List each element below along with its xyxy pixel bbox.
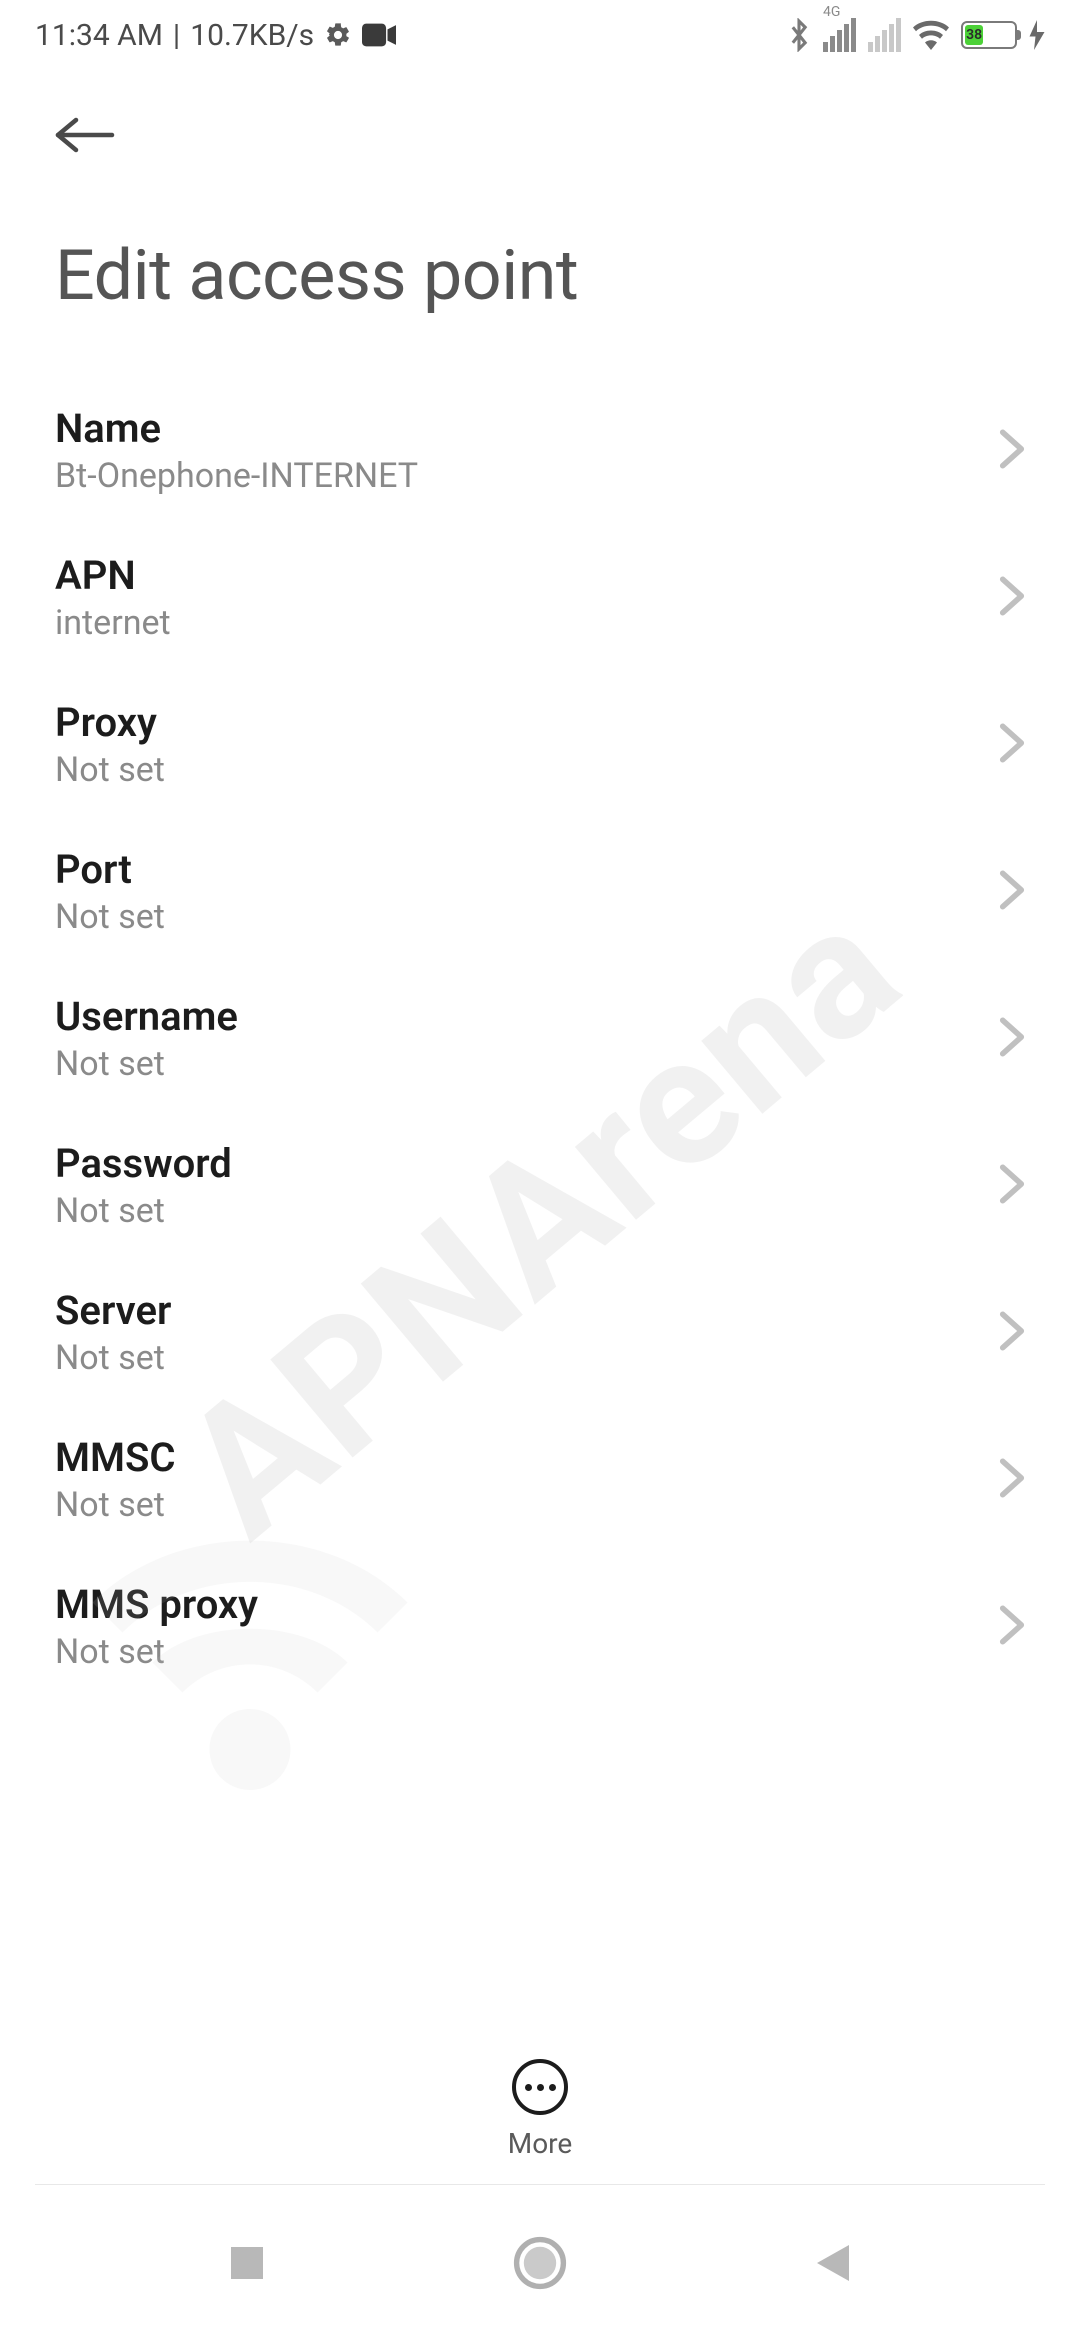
settings-list: Name Bt-Onephone-INTERNET APN internet P… (0, 347, 1080, 1700)
nav-back-button[interactable] (803, 2233, 863, 2293)
setting-label: Proxy (55, 699, 165, 746)
setting-item-server[interactable]: Server Not set (0, 1259, 1080, 1406)
signal-4g-icon: 4G (823, 18, 856, 52)
chevron-right-icon (999, 428, 1025, 474)
setting-value: Not set (55, 1632, 258, 1672)
scroll-area[interactable]: APNArena Edit access point Name Bt-Oneph… (0, 70, 1080, 2078)
setting-value: Not set (55, 750, 165, 790)
navigation-bar (0, 2185, 1080, 2340)
status-right-group: 4G 38 (787, 18, 1045, 52)
setting-item-proxy[interactable]: Proxy Not set (0, 671, 1080, 818)
chevron-right-icon (999, 1457, 1025, 1503)
chevron-right-icon (999, 1016, 1025, 1062)
more-label: More (508, 2127, 573, 2160)
bluetooth-icon (787, 18, 811, 52)
back-button[interactable] (55, 105, 115, 165)
wifi-icon (913, 20, 949, 50)
bottom-action-bar: More (0, 2059, 1080, 2180)
chevron-right-icon (999, 722, 1025, 768)
charging-icon (1029, 20, 1045, 50)
status-speed: 10.7KB/s (190, 18, 314, 53)
setting-label: Username (55, 993, 238, 1040)
chevron-right-icon (999, 1163, 1025, 1209)
header (0, 70, 1080, 165)
gear-icon (324, 21, 352, 49)
nav-recents-button[interactable] (217, 2233, 277, 2293)
chevron-right-icon (999, 1604, 1025, 1650)
setting-value: Not set (55, 1044, 238, 1084)
battery-icon: 38 (961, 21, 1017, 49)
setting-value: Bt-Onephone-INTERNET (55, 456, 418, 496)
video-icon (362, 23, 396, 47)
status-divider: | (173, 18, 180, 53)
status-bar: 11:34 AM | 10.7KB/s 4G (0, 0, 1080, 70)
setting-item-name[interactable]: Name Bt-Onephone-INTERNET (0, 377, 1080, 524)
setting-item-port[interactable]: Port Not set (0, 818, 1080, 965)
setting-label: MMS proxy (55, 1581, 258, 1628)
chevron-right-icon (999, 1310, 1025, 1356)
setting-label: MMSC (55, 1434, 176, 1481)
setting-label: Password (55, 1140, 232, 1187)
setting-value: Not set (55, 1191, 232, 1231)
chevron-right-icon (999, 869, 1025, 915)
nav-home-button[interactable] (510, 2233, 570, 2293)
setting-value: Not set (55, 1338, 171, 1378)
setting-label: Port (55, 846, 165, 893)
setting-item-mms-proxy[interactable]: MMS proxy Not set (0, 1553, 1080, 1700)
status-time: 11:34 AM (35, 18, 163, 53)
page-title: Edit access point (0, 165, 1080, 347)
setting-label: Server (55, 1287, 171, 1334)
battery-level: 38 (965, 25, 983, 45)
setting-item-password[interactable]: Password Not set (0, 1112, 1080, 1259)
setting-item-mmsc[interactable]: MMSC Not set (0, 1406, 1080, 1553)
setting-label: Name (55, 405, 418, 452)
more-button[interactable]: More (508, 2059, 573, 2160)
more-icon (512, 2059, 568, 2115)
setting-label: APN (55, 552, 171, 599)
signal-no-sim-icon (868, 18, 901, 52)
setting-value: Not set (55, 1485, 176, 1525)
status-left-group: 11:34 AM | 10.7KB/s (35, 18, 396, 53)
setting-item-username[interactable]: Username Not set (0, 965, 1080, 1112)
setting-value: Not set (55, 897, 165, 937)
setting-value: internet (55, 603, 171, 643)
chevron-right-icon (999, 575, 1025, 621)
setting-item-apn[interactable]: APN internet (0, 524, 1080, 671)
